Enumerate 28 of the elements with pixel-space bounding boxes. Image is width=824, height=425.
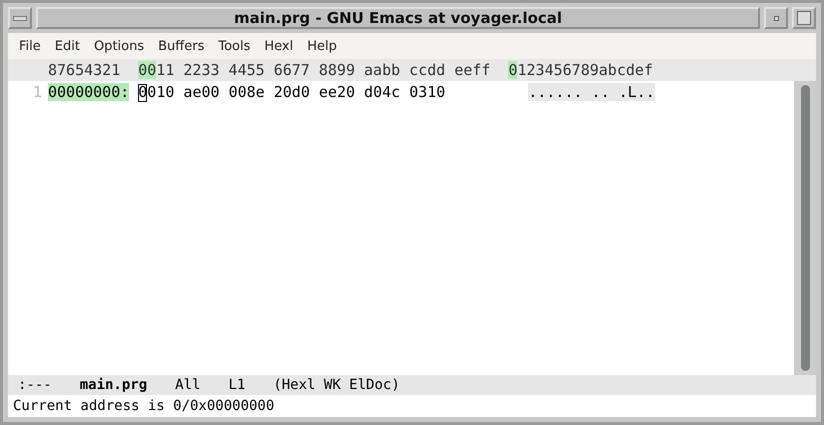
menu-item[interactable]: Help xyxy=(300,38,344,54)
menu-item[interactable]: Buffers xyxy=(151,38,212,54)
buffer-position: All xyxy=(175,377,200,393)
maximize-button[interactable] xyxy=(792,7,816,29)
echo-area: Current address is 0/0x00000000 xyxy=(8,395,816,417)
buffer-name: main.prg xyxy=(80,377,148,393)
menu-item[interactable]: Tools xyxy=(211,38,258,54)
bar-icon xyxy=(13,16,27,20)
buffer-status: :--- xyxy=(18,377,52,393)
line-indicator: L1 xyxy=(228,377,246,393)
mode-list: (Hexl WK ElDoc) xyxy=(273,377,400,393)
hex-column-header: 0011 2233 4455 6677 8899 aabb ccdd eeff xyxy=(138,61,490,79)
window-title: main.prg - GNU Emacs at voyager.local xyxy=(36,7,760,29)
menu-item[interactable]: Edit xyxy=(48,38,87,54)
window-menu-button[interactable] xyxy=(8,7,32,29)
ascii-text: ...... .. .L.. xyxy=(528,83,655,101)
minimize-button[interactable] xyxy=(764,7,788,29)
menu-item[interactable]: Options xyxy=(86,38,152,54)
menu-item[interactable]: Hexl xyxy=(257,38,300,54)
scrollbar-thumb[interactable] xyxy=(800,85,810,371)
ascii-column-header: 0123456789abcdef xyxy=(508,61,653,79)
scrollbar[interactable] xyxy=(794,81,816,375)
line-number: 1 xyxy=(32,83,42,101)
address-header: 87654321 xyxy=(48,61,120,79)
menu-item[interactable]: File xyxy=(12,38,48,54)
minimize-icon xyxy=(774,16,778,20)
hex-address: 00000000: xyxy=(48,83,130,101)
maximize-icon xyxy=(797,11,811,25)
